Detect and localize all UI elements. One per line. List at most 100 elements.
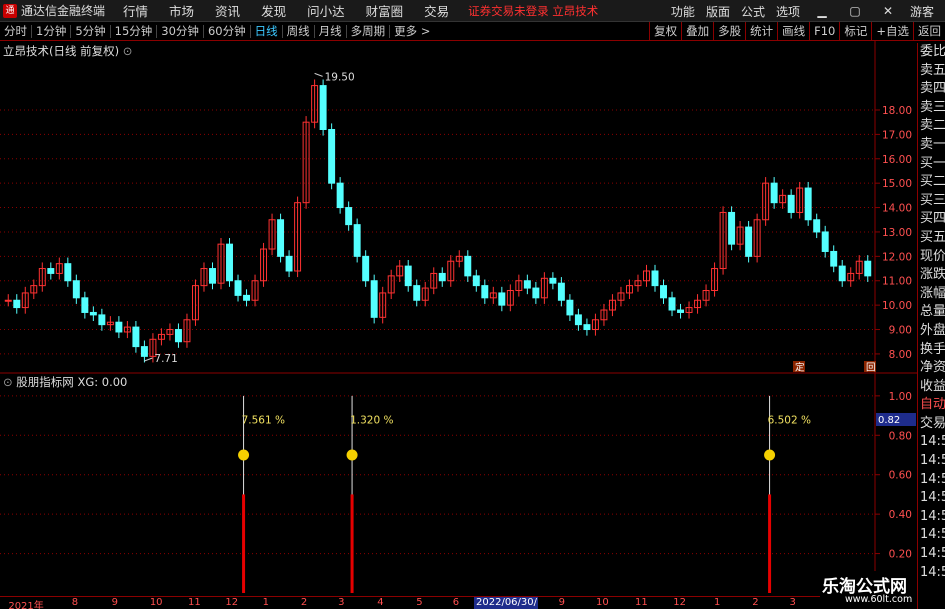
- tick-time: 14:56: [920, 471, 945, 487]
- y-tick-label: 14.00: [882, 203, 912, 215]
- tab-timeshare[interactable]: 分时: [0, 23, 31, 39]
- tab-more[interactable]: 更多 >: [390, 23, 434, 39]
- candle-down: [574, 314, 582, 326]
- y-tick-label: 0.80: [889, 430, 912, 442]
- menu-layout[interactable]: 版面: [706, 3, 730, 20]
- close-icon[interactable]: ✕: [877, 4, 899, 18]
- candle-down: [13, 299, 21, 309]
- tab-30min[interactable]: 30分钟: [157, 23, 203, 39]
- adjust-button[interactable]: 复权: [649, 22, 681, 41]
- y-tick-label: 0.40: [889, 509, 912, 521]
- tab-15min[interactable]: 15分钟: [111, 23, 157, 39]
- candle-down: [481, 285, 489, 299]
- chart-area[interactable]: 8.00 9.00 10.00 11.00 12.00 13.00 14.00 15.00 16…: [0, 41, 917, 597]
- date-label: 9: [558, 597, 566, 608]
- menu-quotes[interactable]: 行情: [123, 1, 148, 20]
- indicator-title[interactable]: ⊙ 股朋指标网 XG: 0.00: [3, 374, 127, 390]
- date-label: 2021年: [8, 601, 44, 609]
- back-button[interactable]: 返回: [913, 22, 945, 41]
- menu-trade[interactable]: 交易: [424, 1, 449, 20]
- menu-market[interactable]: 市场: [169, 1, 194, 20]
- menu-function[interactable]: 功能: [671, 3, 695, 20]
- date-axis-cursor: 2022/06/30/四: [474, 597, 538, 609]
- f10-button[interactable]: F10: [809, 22, 839, 41]
- quote-label: 卖一: [920, 136, 945, 152]
- candle-down: [413, 285, 421, 301]
- date-label: 6: [452, 597, 460, 608]
- quote-label: 买二: [920, 174, 945, 190]
- candle-down: [328, 129, 336, 184]
- date-label: 3: [789, 597, 796, 608]
- current-value-label: 0.82: [878, 415, 900, 426]
- restore-icon[interactable]: ▢: [844, 4, 866, 18]
- guest-label[interactable]: 游客: [910, 3, 934, 20]
- menu-bar: 通 通达信金融终端 行情 市场 资讯 发现 问小达 财富圈 交易 证券交易未登录…: [0, 0, 945, 22]
- menu-wealth[interactable]: 财富圈: [366, 1, 404, 20]
- candle-down: [523, 280, 531, 289]
- auto-tab[interactable]: 自动: [918, 396, 945, 415]
- tab-5min[interactable]: 5分钟: [71, 23, 109, 39]
- tab-1min[interactable]: 1分钟: [32, 23, 70, 39]
- date-label: 3: [338, 597, 345, 608]
- tab-60min[interactable]: 60分钟: [204, 23, 250, 39]
- statistics-button[interactable]: 统计: [745, 22, 777, 41]
- candle-up: [4, 299, 12, 302]
- candle-down: [226, 243, 233, 282]
- trade-tab[interactable]: 交易: [918, 415, 945, 434]
- period-toolbar: 分时 1分钟 5分钟 15分钟 30分钟 60分钟 日线 周线 月线 多周期 更…: [0, 22, 945, 41]
- candle-down: [174, 329, 182, 343]
- menu-news[interactable]: 资讯: [215, 1, 240, 20]
- candle-down: [472, 275, 480, 287]
- tab-multi-period[interactable]: 多周期: [347, 23, 390, 39]
- candle-down: [464, 255, 472, 277]
- overlay-button[interactable]: 叠加: [681, 22, 713, 41]
- login-notice[interactable]: 证券交易未登录 立昂技术: [468, 3, 598, 19]
- multi-stock-button[interactable]: 多股: [713, 22, 745, 41]
- date-label: 2: [300, 597, 308, 608]
- candle-down: [336, 182, 344, 209]
- candle-down: [438, 272, 446, 282]
- tab-monthly[interactable]: 月线: [315, 23, 346, 39]
- add-watchlist-button[interactable]: +自选: [871, 22, 913, 41]
- signal-label: 6.502 %: [768, 414, 811, 426]
- menu-discover[interactable]: 发现: [261, 1, 286, 20]
- quote-label: 总量: [920, 304, 945, 320]
- y-tick-label: 18.00: [882, 105, 912, 117]
- quote-label: 收益: [920, 378, 945, 394]
- mark-button[interactable]: 标记: [839, 22, 871, 41]
- candle-down: [566, 299, 574, 316]
- app-title: 通达信金融终端: [21, 4, 106, 18]
- quote-label: 卖二: [920, 118, 945, 134]
- tab-weekly[interactable]: 周线: [283, 23, 314, 39]
- tick-time: 14:56: [920, 434, 945, 450]
- draw-line-button[interactable]: 画线: [777, 22, 809, 41]
- dropdown-icon[interactable]: ⊙: [123, 44, 133, 58]
- candle-down: [651, 270, 659, 287]
- app-logo-icon: 通: [3, 3, 17, 18]
- candle-down: [132, 326, 140, 348]
- y-tick-label: 12.00: [882, 251, 912, 263]
- mark-hui-label: 回: [866, 363, 876, 374]
- y-tick-label: 9.00: [889, 325, 912, 337]
- menu-ask[interactable]: 问小达: [307, 1, 345, 20]
- tick-time: 14:56: [920, 453, 945, 469]
- signal-label: 1.320 %: [350, 414, 393, 426]
- minimize-icon[interactable]: ▁: [811, 4, 833, 18]
- tick-time: 14:56: [920, 564, 945, 580]
- candle-down: [277, 219, 285, 257]
- quote-label: 卖五: [920, 62, 945, 78]
- tick-time: 14:56: [920, 508, 945, 524]
- y-tick-label: 13.00: [882, 227, 912, 239]
- quote-panel: 委比 卖五 卖四 卖三 卖二 卖一 买一 买二 买三 买四 买五 现价 涨跌 涨…: [917, 43, 945, 609]
- candle-down: [319, 85, 327, 130]
- date-label: 11: [188, 597, 201, 608]
- candle-down: [404, 265, 412, 287]
- main-chart-title[interactable]: 立昂技术(日线 前复权) ⊙: [3, 43, 132, 59]
- indicator-title-text: 股朋指标网 XG: 0.00: [16, 375, 128, 389]
- menu-options[interactable]: 选项: [776, 3, 800, 20]
- menu-formula[interactable]: 公式: [741, 3, 765, 20]
- indicator-dropdown-icon[interactable]: ⊙: [3, 375, 13, 389]
- tab-daily[interactable]: 日线: [251, 23, 282, 39]
- annotation-pointer: [144, 357, 153, 362]
- y-tick-label: 0.20: [889, 549, 912, 561]
